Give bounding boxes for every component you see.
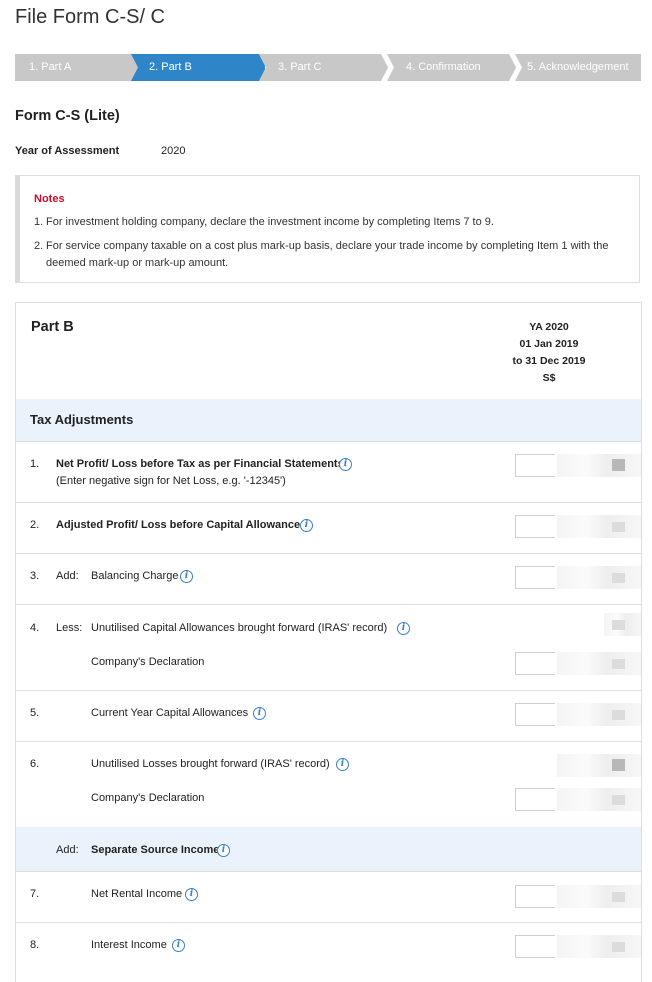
masked-value — [557, 754, 641, 777]
masked-value — [604, 613, 641, 636]
year-of-assessment-label: Year of Assessment — [15, 145, 120, 157]
separate-source-band: Add: Separate Source Income i — [16, 827, 641, 871]
balancing-charge-input[interactable] — [515, 566, 555, 589]
note-item: 2. For service company taxable on a cost… — [34, 240, 609, 269]
year-of-assessment-value: 2020 — [161, 145, 186, 157]
divider — [16, 741, 641, 742]
tax-adjustments-band: Tax Adjustments — [16, 399, 641, 441]
notes-panel: Notes 1. For investment holding company,… — [15, 175, 640, 283]
masked-value — [557, 703, 641, 726]
step-acknowledgement[interactable]: 5. Acknowledgement — [515, 54, 641, 81]
page-title: File Form C-S/ C — [15, 6, 165, 28]
row-6-label: Unutilised Losses brought forward (IRAS'… — [91, 758, 330, 770]
row-5-label: Current Year Capital Allowances — [91, 707, 249, 719]
masked-value — [557, 566, 641, 589]
step-confirmation[interactable]: 4. Confirmation — [387, 54, 521, 81]
row-7-number: 7. — [30, 888, 40, 900]
row-1-hint: (Enter negative sign for Net Loss, e.g. … — [56, 475, 286, 487]
info-icon[interactable]: i — [336, 758, 349, 771]
row-1-label: Net Profit/ Loss before Tax as per Finan… — [56, 458, 344, 470]
adjusted-profit-input[interactable] — [515, 515, 555, 538]
step-part-c[interactable]: 3. Part C — [259, 54, 393, 81]
masked-value — [557, 454, 641, 477]
net-profit-input[interactable] — [515, 454, 555, 477]
row-2-label: Adjusted Profit/ Loss before Capital All… — [56, 519, 307, 531]
masked-value — [557, 515, 641, 538]
row-3-number: 3. — [30, 570, 40, 582]
row-4-declaration-label: Company's Declaration — [91, 656, 205, 668]
separate-source-prefix: Add: — [56, 844, 79, 856]
divider — [16, 922, 641, 923]
divider — [16, 871, 641, 872]
progress-steps: 1. Part A 2. Part B 3. Part C 4. Confirm… — [15, 54, 641, 81]
company-declaration-ca-input[interactable] — [515, 652, 555, 675]
info-icon[interactable]: i — [339, 458, 352, 471]
divider — [16, 690, 641, 691]
separate-source-heading: Separate Source Income — [91, 844, 220, 856]
notes-title: Notes — [34, 193, 65, 205]
column-header: YA 2020 01 Jan 2019 to 31 Dec 2019 S$ — [512, 321, 586, 384]
row-8-label: Interest Income — [91, 939, 167, 951]
row-3-prefix: Add: — [56, 570, 79, 582]
tax-adjustments-heading: Tax Adjustments — [30, 412, 134, 427]
info-icon[interactable]: i — [253, 707, 266, 720]
row-6-declaration-label: Company's Declaration — [91, 792, 205, 804]
company-declaration-losses-input[interactable] — [515, 788, 555, 811]
row-3-label: Balancing Charge — [91, 570, 179, 582]
row-4-number: 4. — [30, 622, 40, 634]
part-b-card: Part B YA 2020 01 Jan 2019 to 31 Dec 201… — [15, 302, 642, 982]
step-part-a[interactable]: 1. Part A — [15, 54, 149, 81]
note-item: 1. For investment holding company, decla… — [34, 216, 494, 228]
row-4-prefix: Less: — [56, 622, 83, 634]
row-4-label: Unutilised Capital Allowances brought fo… — [91, 622, 388, 634]
row-7-label: Net Rental Income — [91, 888, 183, 900]
divider — [16, 441, 641, 442]
divider — [16, 604, 641, 605]
net-rental-income-input[interactable] — [515, 885, 555, 908]
info-icon[interactable]: i — [172, 939, 185, 952]
part-b-title: Part B — [31, 319, 74, 335]
form-title: Form C-S (Lite) — [15, 108, 120, 124]
interest-income-input[interactable] — [515, 935, 555, 958]
masked-value — [557, 788, 641, 811]
masked-value — [557, 885, 641, 908]
info-icon[interactable]: i — [185, 888, 198, 901]
divider — [16, 502, 641, 503]
step-part-b[interactable]: 2. Part B — [131, 54, 265, 81]
current-year-ca-input[interactable] — [515, 703, 555, 726]
info-icon[interactable]: i — [300, 519, 313, 532]
divider — [16, 553, 641, 554]
info-icon[interactable]: i — [397, 622, 410, 635]
masked-value — [557, 935, 641, 958]
info-icon[interactable]: i — [180, 570, 193, 583]
masked-value — [557, 652, 641, 675]
row-5-number: 5. — [30, 707, 40, 719]
row-1-number: 1. — [30, 458, 40, 470]
row-8-number: 8. — [30, 939, 40, 951]
row-2-number: 2. — [30, 519, 40, 531]
info-icon[interactable]: i — [217, 844, 230, 857]
row-6-number: 6. — [30, 758, 40, 770]
